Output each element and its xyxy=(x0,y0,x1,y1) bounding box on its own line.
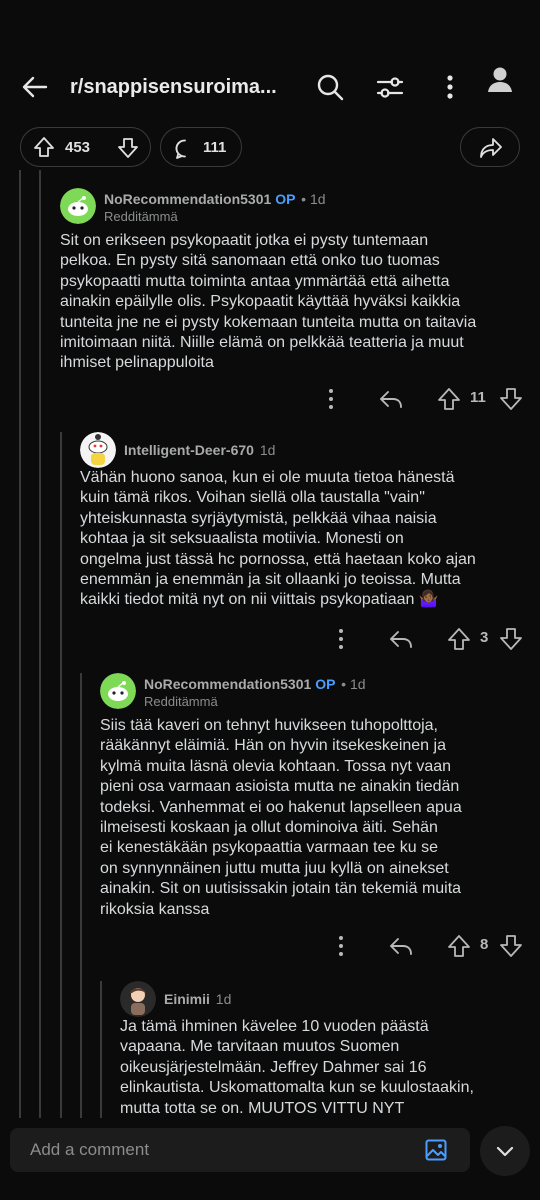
comment-actions: 8 xyxy=(328,933,530,963)
upvote-icon[interactable] xyxy=(446,626,472,652)
upvote-icon[interactable] xyxy=(446,933,472,959)
share-button[interactable] xyxy=(460,127,520,167)
comment-time: 1d xyxy=(215,991,232,1007)
comment-header: Einimii 1d xyxy=(120,981,530,1017)
comment-header: NoRecommendation5301 OP • 1d Redditämmä xyxy=(100,673,530,713)
comment-time: 1d xyxy=(259,442,276,458)
comment-actions: 3 xyxy=(328,626,530,656)
comment-composer-bar: Add a comment xyxy=(0,1118,540,1200)
comment: Intelligent-Deer-670 1d Vähän huono sano… xyxy=(80,432,530,611)
comment-body: Vähän huono sanoa, kun ei ole muuta tiet… xyxy=(80,469,476,609)
comment-author[interactable]: NoRecommendation5301 xyxy=(144,676,311,692)
comment: Einimii 1d Ja tämä ihminen kävelee 10 vu… xyxy=(120,981,530,1119)
share-icon xyxy=(479,137,503,159)
op-badge: OP xyxy=(315,676,336,692)
thread-line[interactable] xyxy=(39,170,41,1120)
thread-line[interactable] xyxy=(100,981,102,1120)
comment-header: Intelligent-Deer-670 1d xyxy=(80,432,530,468)
comment-body: Siis tää kaveri on tehnyt huvikseen tuho… xyxy=(100,717,462,918)
upvote-icon[interactable] xyxy=(436,386,462,412)
vote-count: 8 xyxy=(480,936,489,953)
comment-count: 111 xyxy=(203,139,227,156)
comment-author-line[interactable]: Intelligent-Deer-670 1d xyxy=(124,442,275,458)
post-action-bar: 453 111 xyxy=(0,125,540,170)
comment-time: • 1d xyxy=(301,191,326,207)
more-icon[interactable] xyxy=(328,626,354,652)
back-arrow-icon[interactable] xyxy=(20,72,50,102)
downvote-icon[interactable] xyxy=(498,933,524,959)
thread-line[interactable] xyxy=(19,170,21,1120)
vote-count: 11 xyxy=(470,389,486,406)
filter-icon[interactable] xyxy=(375,72,405,102)
avatar[interactable] xyxy=(100,673,136,709)
more-icon[interactable] xyxy=(435,72,465,102)
vote-count: 3 xyxy=(480,629,489,646)
comment-author-line[interactable]: Einimii 1d xyxy=(164,991,231,1007)
comment-author[interactable]: Intelligent-Deer-670 xyxy=(124,442,254,458)
more-icon[interactable] xyxy=(328,933,354,959)
subreddit-title[interactable]: r/snappisensuroima... xyxy=(70,76,277,99)
comment-thread: NoRecommendation5301 OP • 1d Redditämmä S… xyxy=(0,170,540,1120)
thread-line[interactable] xyxy=(80,673,82,1120)
collapse-button[interactable] xyxy=(480,1126,530,1176)
upvote-icon[interactable] xyxy=(33,136,55,158)
reply-icon[interactable] xyxy=(388,626,414,652)
comment-icon xyxy=(174,138,196,160)
user-flair: Redditämmä xyxy=(104,209,178,224)
reply-icon[interactable] xyxy=(388,933,414,959)
comment-actions: 11 xyxy=(318,386,530,416)
vote-pill: 453 xyxy=(20,127,151,167)
user-flair: Redditämmä xyxy=(144,694,218,709)
comment: NoRecommendation5301 OP • 1d Redditämmä S… xyxy=(60,188,530,374)
add-comment-placeholder: Add a comment xyxy=(30,1140,150,1159)
search-icon[interactable] xyxy=(315,72,345,102)
upvote-count: 453 xyxy=(65,139,91,156)
reply-icon[interactable] xyxy=(378,386,404,412)
comment-author[interactable]: NoRecommendation5301 xyxy=(104,191,271,207)
profile-icon[interactable] xyxy=(485,64,515,94)
comment-header: NoRecommendation5301 OP • 1d Redditämmä xyxy=(60,188,530,228)
avatar[interactable] xyxy=(80,432,116,468)
chevron-down-icon xyxy=(494,1140,516,1162)
comment-time: • 1d xyxy=(341,676,366,692)
comments-button[interactable]: 111 xyxy=(160,127,242,167)
avatar[interactable] xyxy=(120,981,156,1017)
op-badge: OP xyxy=(275,191,296,207)
thread-line[interactable] xyxy=(60,432,62,1120)
comment-author-line[interactable]: NoRecommendation5301 OP • 1d xyxy=(144,676,366,692)
comment-author-line[interactable]: NoRecommendation5301 OP • 1d xyxy=(104,191,326,207)
downvote-icon[interactable] xyxy=(498,386,524,412)
avatar[interactable] xyxy=(60,188,96,224)
downvote-icon[interactable] xyxy=(117,137,139,159)
image-icon[interactable] xyxy=(424,1138,448,1162)
comment-body: Ja tämä ihminen kävelee 10 vuoden päästä… xyxy=(120,1018,474,1117)
more-icon[interactable] xyxy=(318,386,344,412)
downvote-icon[interactable] xyxy=(498,626,524,652)
comment-author[interactable]: Einimii xyxy=(164,991,210,1007)
comment-body: Sit on erikseen psykopaatit jotka ei pys… xyxy=(60,232,477,372)
add-comment-input[interactable]: Add a comment xyxy=(10,1128,470,1172)
top-bar: r/snappisensuroima... xyxy=(0,0,540,125)
comment: NoRecommendation5301 OP • 1d Redditämmä S… xyxy=(100,673,530,920)
